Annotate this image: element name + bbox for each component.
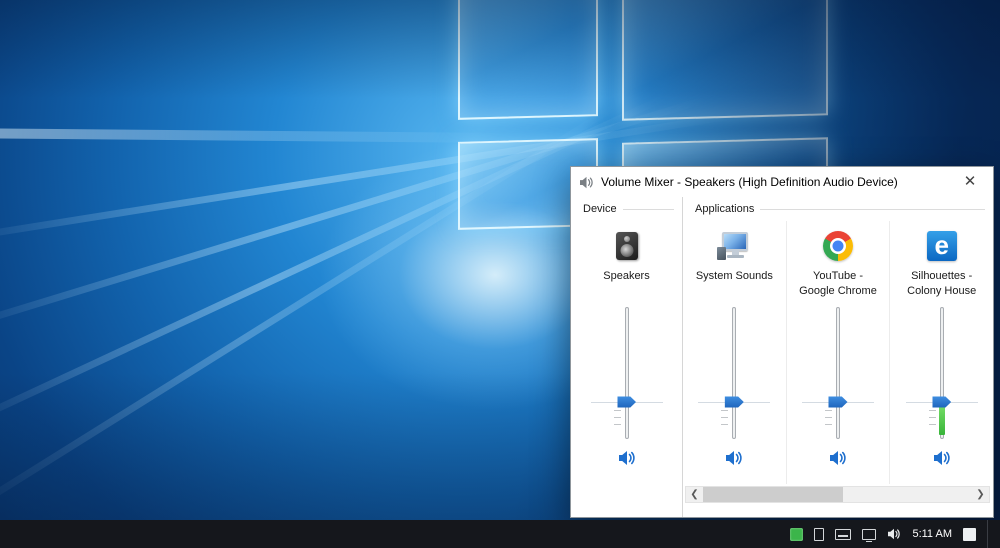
slider-ticks: [614, 410, 621, 431]
mixer-channel-speakers: Speakers: [571, 221, 682, 517]
mute-button[interactable]: [618, 450, 636, 466]
speakers-device-icon[interactable]: [616, 223, 638, 269]
slider-thumb[interactable]: [932, 397, 951, 408]
scroll-left-arrow[interactable]: ❮: [686, 487, 703, 502]
applications-section-label: Applications: [695, 203, 754, 215]
mixer-channel-edge: e Silhouettes - Colony House: [890, 221, 993, 484]
mixer-content: Device Speakers: [571, 197, 993, 517]
close-button[interactable]: ✕: [955, 170, 985, 194]
mixer-channel-chrome: YouTube - Google Chrome: [787, 221, 891, 484]
divider: [623, 209, 674, 210]
channel-label: YouTube - Google Chrome: [787, 269, 890, 305]
volume-slider[interactable]: [796, 307, 880, 439]
applications-section-header: Applications: [683, 197, 993, 221]
touch-keyboard-icon[interactable]: [835, 529, 851, 540]
action-center-icon[interactable]: [963, 528, 976, 541]
scroll-right-arrow[interactable]: ❯: [972, 487, 989, 502]
speaker-title-icon: [579, 176, 594, 189]
slider-track[interactable]: [732, 307, 736, 439]
slider-track[interactable]: [836, 307, 840, 439]
mute-area: [725, 439, 743, 477]
applications-section: Applications: [683, 197, 993, 517]
applications-columns: System Sounds: [683, 221, 993, 484]
device-section-header: Device: [571, 197, 682, 221]
system-tray: 5:11 AM: [790, 520, 1000, 548]
tray-volume-icon[interactable]: [887, 528, 901, 540]
titlebar[interactable]: Volume Mixer - Speakers (High Definition…: [571, 167, 993, 197]
divider: [760, 209, 985, 210]
slider-meter: [939, 406, 945, 435]
mixer-channel-system-sounds: System Sounds: [683, 221, 787, 484]
scrollbar-track[interactable]: [703, 487, 972, 502]
window-title: Volume Mixer - Speakers (High Definition…: [601, 175, 898, 189]
channel-label: Silhouettes - Colony House: [890, 269, 993, 305]
taskbar-clock[interactable]: 5:11 AM: [912, 528, 952, 540]
slider-thumb[interactable]: [725, 397, 744, 408]
device-section: Device Speakers: [571, 197, 683, 517]
channel-label: Speakers: [571, 269, 682, 305]
tray-green-app-icon[interactable]: [790, 528, 803, 541]
speaker-box-graphic: [616, 232, 638, 260]
slider-track[interactable]: [625, 307, 629, 439]
scrollbar-thumb[interactable]: [703, 487, 843, 502]
desktop: Volume Mixer - Speakers (High Definition…: [0, 0, 1000, 548]
device-section-label: Device: [583, 203, 617, 215]
slider-thumb[interactable]: [829, 397, 848, 408]
mute-area: [829, 439, 847, 477]
slider-ticks: [929, 410, 936, 431]
show-desktop-button[interactable]: [987, 520, 992, 548]
taskbar[interactable]: 5:11 AM: [0, 520, 1000, 548]
volume-mixer-window: Volume Mixer - Speakers (High Definition…: [570, 166, 994, 518]
edge-icon[interactable]: e: [927, 223, 957, 269]
mute-button[interactable]: [933, 450, 951, 466]
chrome-icon[interactable]: [823, 223, 853, 269]
channel-label: System Sounds: [683, 269, 786, 305]
mute-area: [933, 439, 951, 477]
horizontal-scrollbar[interactable]: ❮ ❯: [685, 486, 990, 503]
slider-thumb[interactable]: [617, 397, 636, 408]
slider-ticks: [721, 410, 728, 431]
slider-ticks: [825, 410, 832, 431]
network-icon[interactable]: [862, 529, 876, 540]
volume-slider[interactable]: [585, 307, 669, 439]
tray-document-icon[interactable]: [814, 528, 824, 541]
mute-area: [618, 439, 636, 477]
mute-button[interactable]: [829, 450, 847, 466]
volume-slider[interactable]: [900, 307, 984, 439]
mute-button[interactable]: [725, 450, 743, 466]
system-sounds-icon[interactable]: [717, 223, 751, 269]
volume-slider[interactable]: [692, 307, 776, 439]
